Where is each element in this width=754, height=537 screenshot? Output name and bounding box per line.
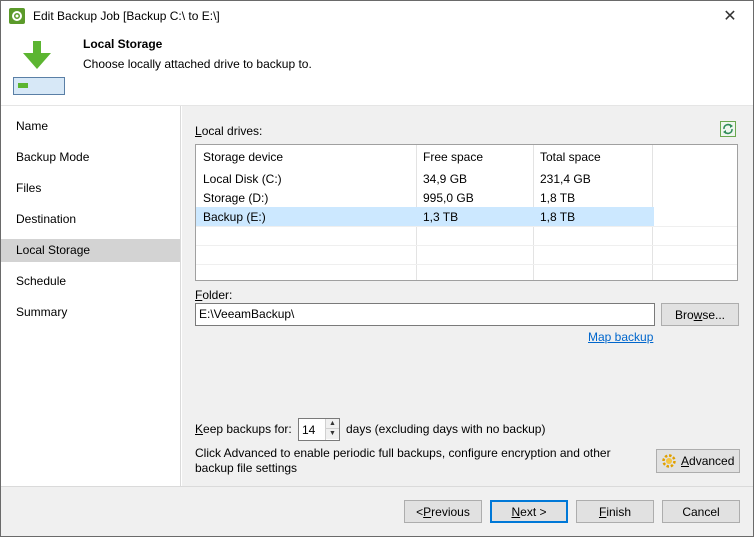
cancel-button[interactable]: Cancel	[662, 500, 740, 523]
drive-free-space: 995,0 GB	[423, 191, 474, 205]
row-divider	[196, 245, 737, 246]
local-drives-label: Local drives:	[195, 124, 263, 138]
step-backup-mode[interactable]: Backup Mode	[1, 146, 180, 169]
drive-total-space: 1,8 TB	[540, 191, 576, 205]
backup-job-dialog: Edit Backup Job [Backup C:\ to E:\] ✕ Lo…	[0, 0, 754, 537]
close-icon: ✕	[723, 8, 737, 25]
step-files[interactable]: Files	[1, 177, 180, 200]
advanced-info-text: Click Advanced to enable periodic full b…	[195, 446, 611, 475]
table-row[interactable]: Storage (D:) 995,0 GB 1,8 TB	[196, 188, 654, 207]
step-name[interactable]: Name	[1, 115, 180, 138]
step-destination[interactable]: Destination	[1, 208, 180, 231]
keep-backups-stepper[interactable]: 14 ▲ ▼	[298, 418, 340, 441]
wizard-steps: Name Backup Mode Files Destination Local…	[1, 106, 181, 486]
refresh-icon[interactable]	[720, 121, 736, 137]
step-local-storage[interactable]: Local Storage	[1, 239, 180, 262]
wizard-footer: < Previous Next > Finish Cancel	[1, 486, 753, 536]
column-header-free-space[interactable]: Free space	[423, 150, 483, 164]
drives-table[interactable]: Storage device Free space Total space Lo…	[195, 144, 738, 281]
gear-icon	[661, 453, 677, 469]
map-backup-link[interactable]: Map backup	[588, 330, 653, 344]
stepper-up-icon[interactable]: ▲	[326, 419, 339, 429]
column-header-storage-device[interactable]: Storage device	[203, 150, 283, 164]
drive-name: Local Disk (C:)	[203, 172, 282, 186]
page-title: Local Storage	[83, 37, 163, 51]
folder-label: Folder:	[195, 288, 233, 302]
row-divider	[196, 226, 737, 227]
title-bar: Edit Backup Job [Backup C:\ to E:\] ✕	[1, 1, 753, 31]
drive-free-space: 34,9 GB	[423, 172, 468, 186]
keep-backups-suffix: days (excluding days with no backup)	[346, 422, 546, 436]
row-divider	[196, 264, 737, 265]
next-button[interactable]: Next >	[490, 500, 568, 523]
stepper-arrows: ▲ ▼	[325, 419, 339, 440]
browse-button[interactable]: Bro w se...	[661, 303, 739, 326]
keep-backups-label: Keep backups for:	[195, 422, 292, 436]
close-button[interactable]: ✕	[707, 1, 753, 31]
step-schedule[interactable]: Schedule	[1, 270, 180, 293]
column-header-total-space[interactable]: Total space	[540, 150, 601, 164]
page-description: Choose locally attached drive to backup …	[83, 57, 312, 71]
drive-name: Storage (D:)	[203, 191, 269, 205]
drive-total-space: 231,4 GB	[540, 172, 591, 186]
page-header: Local Storage Choose locally attached dr…	[1, 31, 753, 106]
main-content: Local drives: Storage device Free space …	[182, 106, 753, 486]
previous-button[interactable]: < Previous	[404, 500, 482, 523]
veeam-gear-icon	[9, 8, 25, 24]
drive-name: Backup (E:)	[203, 210, 266, 224]
advanced-button[interactable]: Advanced	[656, 449, 740, 473]
drive-free-space: 1,3 TB	[423, 210, 459, 224]
folder-field[interactable]: E:\VeeamBackup\	[195, 303, 655, 326]
finish-button[interactable]: Finish	[576, 500, 654, 523]
drive-total-space: 1,8 TB	[540, 210, 576, 224]
download-to-drive-icon	[13, 37, 65, 95]
step-summary[interactable]: Summary	[1, 301, 180, 324]
table-row-selected[interactable]: Backup (E:) 1,3 TB 1,8 TB	[196, 207, 654, 226]
table-row[interactable]: Local Disk (C:) 34,9 GB 231,4 GB	[196, 169, 654, 188]
window-title: Edit Backup Job [Backup C:\ to E:\]	[33, 9, 220, 23]
keep-backups-value[interactable]: 14	[302, 423, 315, 437]
stepper-down-icon[interactable]: ▼	[326, 429, 339, 439]
